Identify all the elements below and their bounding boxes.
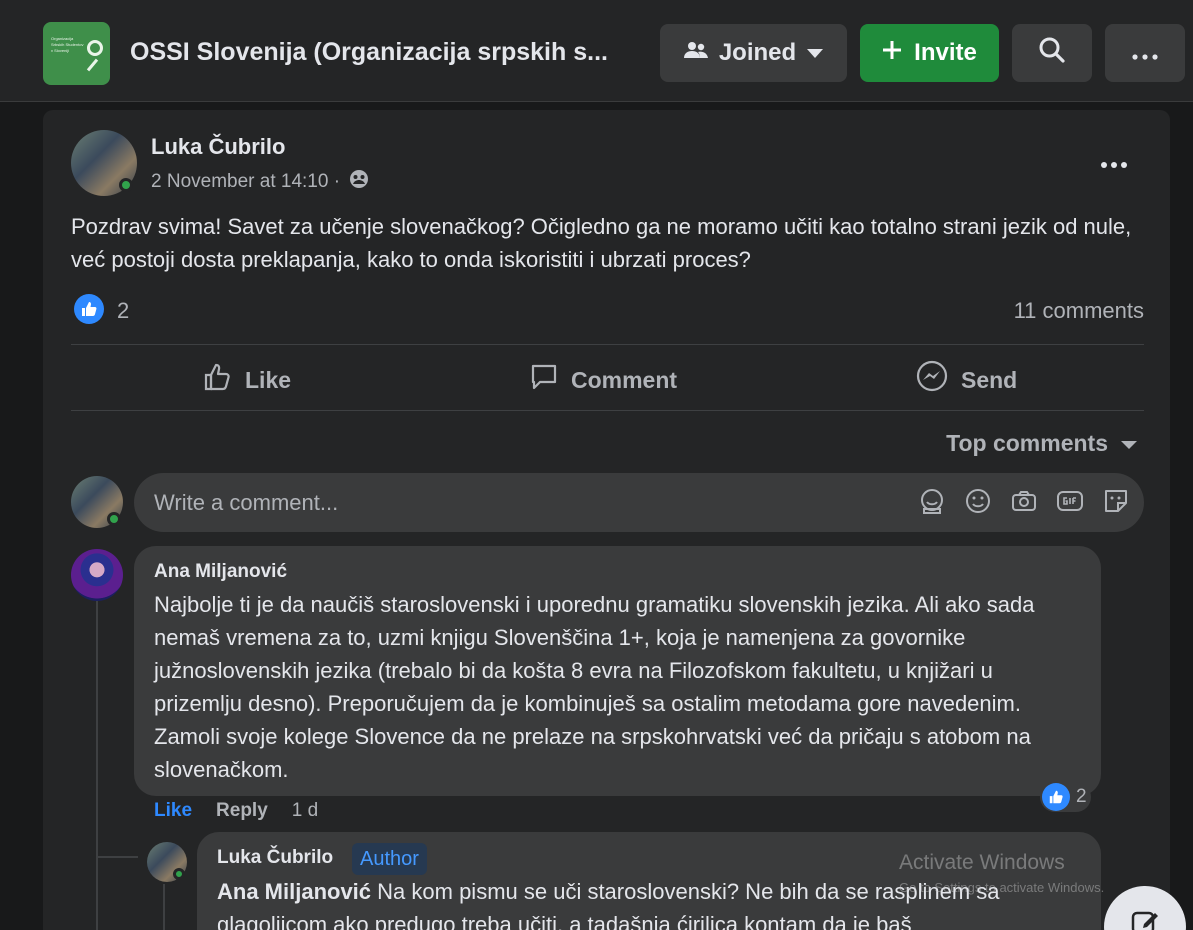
compose-icon [1130,908,1160,930]
comment-like-link[interactable]: Like [154,800,192,822]
comment-tools [918,487,1130,515]
reply-thread-line [163,884,165,930]
send-button[interactable]: Send [915,360,1017,400]
emoji-icon[interactable] [964,487,992,515]
avatar-sticker-icon[interactable] [918,487,946,515]
post-timestamp[interactable]: 2 November at 14:10 · [151,169,369,195]
comments-sort-label: Top comments [946,430,1108,456]
write-comment-placeholder: Write a comment... [154,490,339,515]
reaction-count[interactable]: 2 [117,298,129,324]
comment-icon [529,362,559,398]
thread-branch [96,856,138,858]
like-button[interactable]: Like [203,360,291,400]
gif-icon[interactable] [1056,487,1084,515]
comment-label: Comment [571,366,678,393]
search-button[interactable] [1012,24,1092,82]
comment-count[interactable]: 11 comments [1014,298,1144,324]
more-icon [1100,156,1128,173]
like-label: Like [245,366,292,393]
group-title[interactable]: OSSI Slovenija (Organizacija srpskih s..… [130,38,608,67]
comment-reaction-count: 2 [1076,786,1087,807]
joined-label: Joined [718,39,797,66]
comment-author-name[interactable]: Ana Miljanović [154,561,287,583]
author-badge: Author [352,843,427,875]
sticker-icon[interactable] [1102,487,1130,515]
actions-divider [71,410,1144,411]
post-timestamp-text: 2 November at 14:10 · [151,171,341,193]
post-options-button[interactable] [1100,156,1128,174]
activate-windows-subtitle: Go to Settings to activate Windows. [899,880,1105,895]
members-audience-icon [349,169,369,195]
reply-author-name[interactable]: Luka Čubrilo [217,847,333,869]
members-icon [683,39,709,67]
group-logo-mark-icon [87,40,103,56]
invite-button[interactable]: Invite [860,24,999,82]
like-reaction-icon[interactable] [74,294,104,324]
joined-button[interactable]: Joined [660,24,847,82]
like-reaction-icon [1042,783,1070,811]
plus-icon [882,39,902,67]
more-icon [1132,39,1158,67]
group-logo-mark-stroke [86,58,99,72]
chevron-down-icon [1120,430,1138,457]
messenger-icon [915,360,949,400]
more-options-button[interactable] [1105,24,1185,82]
online-status-dot [107,512,121,526]
post-author-name[interactable]: Luka Čubrilo [151,134,285,160]
comment-reactions[interactable]: 2 [1040,782,1091,812]
camera-icon[interactable] [1010,487,1038,515]
commenter-avatar[interactable] [71,549,123,601]
activate-windows-title: Activate Windows [899,851,1065,874]
post-divider [71,344,1144,345]
group-logo-text: Organizacija Srbskih Studentov v Sloveni… [51,36,84,53]
thread-line [96,600,98,930]
send-label: Send [961,366,1018,393]
comment-text: Najbolje ti je da naučiš staroslovenski … [154,592,1035,782]
search-icon [1038,36,1066,71]
write-comment-input[interactable]: Write a comment... [134,473,1144,532]
reply-mention[interactable]: Ana Miljanović [217,879,371,904]
group-header: Organizacija Srbskih Studentov v Sloveni… [0,0,1193,102]
online-status-dot [173,868,185,880]
comment-button[interactable]: Comment [529,360,677,400]
comment-bubble: Ana Miljanović Najbolje ti je da naučiš … [134,546,1101,796]
invite-label: Invite [914,39,977,66]
comment-reply-link[interactable]: Reply [216,800,268,822]
chevron-down-icon [806,39,824,67]
online-status-dot [119,178,133,192]
comment-age[interactable]: 1 d [292,800,318,822]
comment-actions: Like Reply 1 d [154,800,318,822]
post-body-text: Pozdrav svima! Savet za učenje slovenačk… [71,214,1132,272]
comments-sort-dropdown[interactable]: Top comments [946,430,1138,457]
group-logo[interactable]: Organizacija Srbskih Studentov v Sloveni… [43,22,110,85]
like-outline-icon [203,362,233,398]
